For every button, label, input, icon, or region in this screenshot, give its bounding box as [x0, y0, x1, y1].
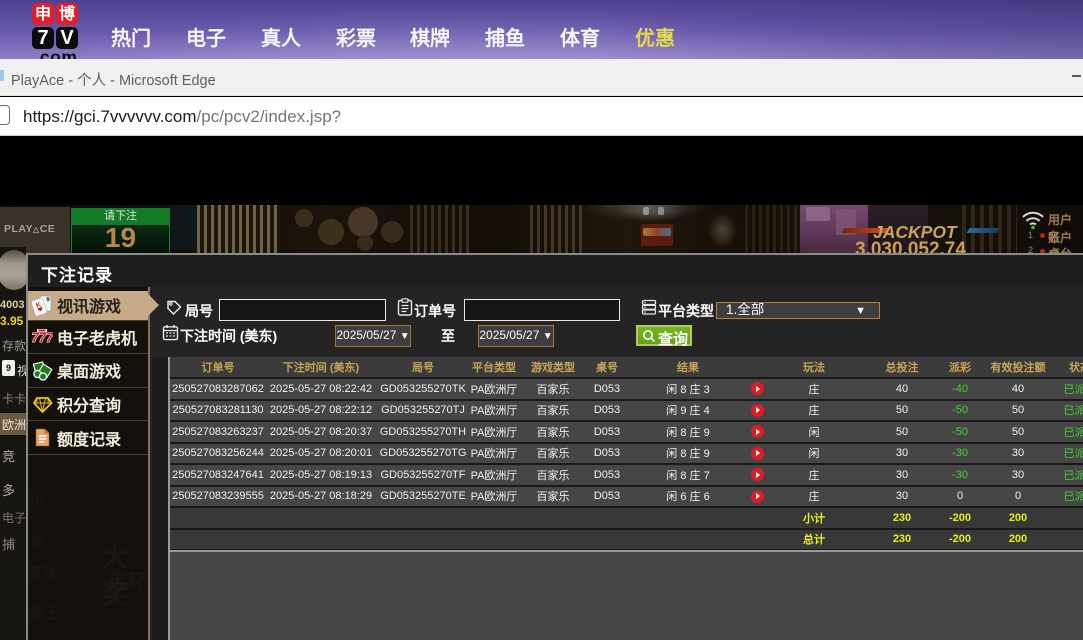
svg-text:777: 777	[32, 330, 53, 345]
